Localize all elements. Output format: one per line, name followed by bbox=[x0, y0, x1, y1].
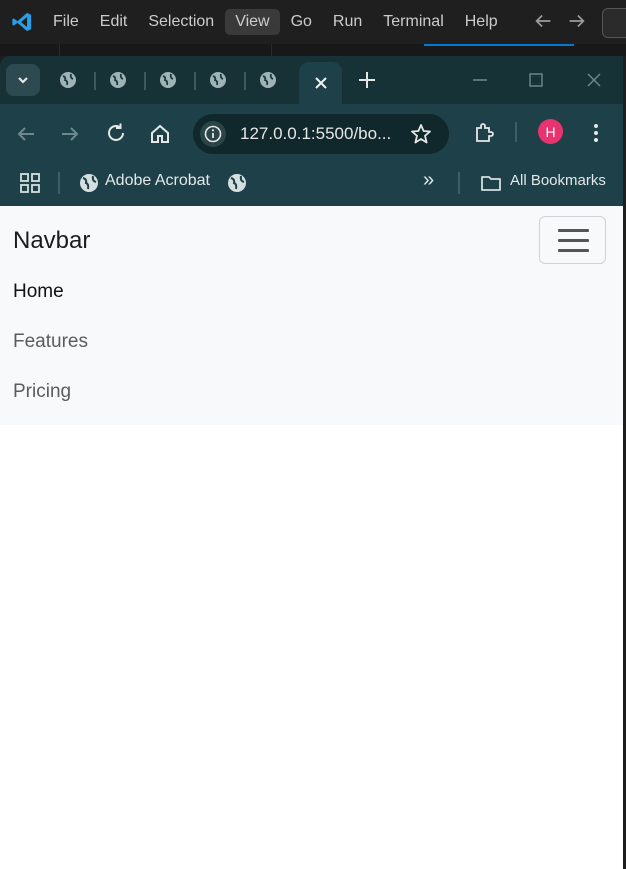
maximize-icon[interactable] bbox=[524, 68, 548, 92]
apps-grid-icon[interactable] bbox=[18, 171, 42, 195]
globe-icon[interactable] bbox=[258, 70, 278, 90]
tab-strip bbox=[0, 56, 623, 104]
globe-icon[interactable] bbox=[58, 70, 78, 90]
navbar-toggler-button[interactable] bbox=[539, 216, 606, 264]
vscode-command-center[interactable] bbox=[602, 8, 626, 38]
tab-search-button[interactable] bbox=[6, 64, 40, 96]
arrow-left-icon[interactable] bbox=[532, 10, 554, 32]
back-arrow-icon[interactable] bbox=[14, 122, 38, 146]
forward-arrow-icon[interactable] bbox=[58, 122, 82, 146]
vscode-title-bar: File Edit Selection View Go Run Terminal… bbox=[0, 0, 626, 44]
menu-selection[interactable]: Selection bbox=[138, 9, 224, 35]
address-bar[interactable]: 127.0.0.1:5500/bo... bbox=[193, 114, 449, 154]
vscode-logo-icon bbox=[12, 12, 32, 32]
kebab-menu-icon[interactable] bbox=[584, 121, 608, 145]
hamburger-icon bbox=[558, 229, 589, 232]
menu-view[interactable]: View bbox=[225, 9, 280, 35]
nav-link-features[interactable]: Features bbox=[13, 331, 88, 353]
vscode-active-tab-indicator bbox=[424, 44, 574, 46]
globe-icon[interactable] bbox=[208, 70, 228, 90]
menu-file[interactable]: File bbox=[43, 9, 89, 35]
bookmark-adobe-acrobat[interactable]: Adobe Acrobat bbox=[105, 172, 210, 190]
reload-icon[interactable] bbox=[104, 121, 128, 145]
arrow-right-icon[interactable] bbox=[566, 10, 588, 32]
chevron-down-icon bbox=[18, 77, 28, 84]
bookmarks-bar: Adobe Acrobat » All Bookmarks bbox=[0, 160, 623, 206]
page-viewport: Navbar Home Features Pricing bbox=[0, 206, 623, 869]
site-info-button[interactable] bbox=[200, 121, 226, 147]
navbar: Navbar Home Features Pricing bbox=[0, 206, 623, 425]
navbar-brand[interactable]: Navbar bbox=[13, 227, 90, 255]
browser-window: 127.0.0.1:5500/bo... H Adobe Acrobat » A… bbox=[0, 56, 623, 206]
address-url-text[interactable]: 127.0.0.1:5500/bo... bbox=[240, 124, 391, 144]
minimize-icon[interactable] bbox=[468, 68, 492, 92]
menu-terminal[interactable]: Terminal bbox=[373, 9, 453, 35]
bookmark-star-icon[interactable] bbox=[409, 122, 433, 146]
globe-icon[interactable] bbox=[108, 70, 128, 90]
profile-avatar[interactable]: H bbox=[538, 119, 563, 144]
active-tab[interactable] bbox=[299, 62, 342, 104]
vscode-editor-tabs-strip bbox=[0, 44, 626, 56]
info-icon bbox=[204, 125, 222, 143]
close-icon[interactable] bbox=[314, 76, 328, 90]
folder-icon bbox=[481, 176, 501, 191]
nav-link-home[interactable]: Home bbox=[13, 281, 64, 303]
home-icon[interactable] bbox=[148, 122, 172, 146]
all-bookmarks-button[interactable]: All Bookmarks bbox=[510, 172, 606, 189]
window-close-icon[interactable] bbox=[582, 68, 606, 92]
menu-go[interactable]: Go bbox=[281, 9, 322, 35]
extensions-puzzle-icon[interactable] bbox=[472, 121, 496, 145]
vscode-nav-buttons bbox=[532, 10, 588, 32]
globe-icon[interactable] bbox=[158, 70, 178, 90]
menu-edit[interactable]: Edit bbox=[90, 9, 138, 35]
new-tab-plus-icon[interactable] bbox=[356, 69, 378, 91]
globe-icon[interactable] bbox=[225, 171, 249, 195]
menu-run[interactable]: Run bbox=[323, 9, 372, 35]
globe-icon bbox=[80, 174, 98, 192]
browser-toolbar: 127.0.0.1:5500/bo... H bbox=[0, 104, 623, 160]
vscode-menu-bar: File Edit Selection View Go Run Terminal… bbox=[43, 9, 509, 35]
menu-help[interactable]: Help bbox=[455, 9, 508, 35]
nav-link-pricing[interactable]: Pricing bbox=[13, 381, 71, 403]
bookmarks-overflow-chevron-icon[interactable]: » bbox=[423, 169, 434, 192]
